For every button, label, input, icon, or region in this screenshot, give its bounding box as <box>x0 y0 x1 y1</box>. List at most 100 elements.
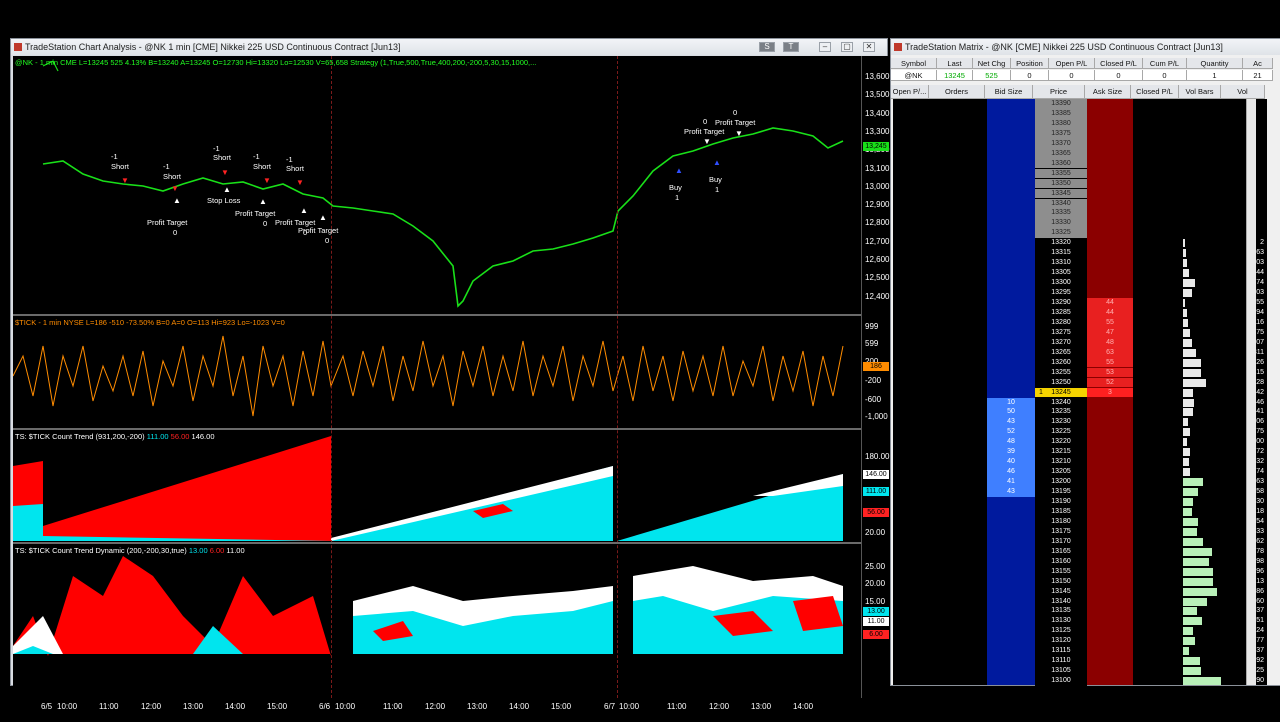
bid-size-cell[interactable]: 46 <box>987 467 1035 477</box>
price-cell[interactable]: 13270 <box>1035 337 1087 348</box>
price-cell[interactable]: 13390 <box>1035 99 1087 109</box>
chart-titlebar[interactable]: TradeStation Chart Analysis - @NK 1 min … <box>11 39 887 55</box>
ask-size-cell[interactable]: 44 <box>1087 298 1133 308</box>
price-cell[interactable]: 13295 <box>1035 288 1087 298</box>
bid-size-cell[interactable]: 39 <box>987 447 1035 458</box>
ladder-header[interactable]: Orders <box>929 85 985 99</box>
bid-size-cell[interactable]: 43 <box>987 417 1035 428</box>
price-cell[interactable]: 13110 <box>1035 656 1087 666</box>
price-cell[interactable]: 13280 <box>1035 317 1087 328</box>
price-cell[interactable]: 13265 <box>1035 347 1087 358</box>
chart-area[interactable]: @NK - 1 min CME L=13245 525 4.13% B=1324… <box>13 56 889 722</box>
price-cell[interactable]: 13385 <box>1035 108 1087 119</box>
price-cell[interactable]: 13330 <box>1035 218 1087 229</box>
ladder-header[interactable]: Open P/... <box>891 85 929 99</box>
quote-value[interactable]: 21 <box>1243 70 1273 81</box>
price-cell[interactable]: 13240 <box>1035 397 1087 408</box>
price-cell[interactable]: 13300 <box>1035 278 1087 288</box>
price-cell[interactable]: 13320 <box>1035 238 1087 249</box>
quote-value[interactable]: 13245 <box>937 70 973 81</box>
quote-value[interactable]: 0 <box>1143 70 1187 81</box>
price-cell[interactable]: 13315 <box>1035 248 1087 259</box>
price-cell[interactable]: 13210 <box>1035 457 1087 467</box>
ask-size-cell[interactable]: 48 <box>1087 337 1133 348</box>
price-cell[interactable]: 13215 <box>1035 447 1087 458</box>
ladder-header[interactable]: Closed P/L <box>1131 85 1179 99</box>
price-cell[interactable]: 13205 <box>1035 467 1087 477</box>
ask-size-cell[interactable]: 55 <box>1087 317 1133 328</box>
quote-value[interactable]: 0 <box>1049 70 1095 81</box>
quote-value[interactable]: 1 <box>1187 70 1243 81</box>
t-button[interactable]: T <box>783 42 799 52</box>
price-cell[interactable]: 13275 <box>1035 327 1087 338</box>
price-cell[interactable]: 13100 <box>1035 676 1087 686</box>
bid-size-cell[interactable]: 52 <box>987 427 1035 438</box>
ask-size-cell[interactable]: 63 <box>1087 347 1133 358</box>
price-cell[interactable]: 13185 <box>1035 506 1087 517</box>
price-cell[interactable]: 13235 <box>1035 407 1087 418</box>
price-cell[interactable]: 13135 <box>1035 606 1087 617</box>
price-cell[interactable]: 13150 <box>1035 576 1087 587</box>
ask-size-cell[interactable]: 55 <box>1087 357 1133 368</box>
quote-value[interactable]: 0 <box>1095 70 1143 81</box>
price-cell[interactable]: 13255 <box>1035 367 1087 378</box>
price-cell[interactable]: 13250 <box>1035 377 1087 388</box>
price-cell[interactable]: 13125 <box>1035 626 1087 637</box>
price-cell[interactable]: 13325 <box>1035 228 1087 239</box>
price-cell[interactable]: 13305 <box>1035 268 1087 278</box>
price-cell[interactable]: 13335 <box>1035 208 1087 219</box>
bid-size-cell[interactable]: 43 <box>987 487 1035 497</box>
quote-value[interactable]: @NK <box>891 70 937 81</box>
maximize-icon[interactable]: ▢ <box>841 42 853 52</box>
ladder-header[interactable]: Bid Size <box>985 85 1033 99</box>
price-cell[interactable]: 13225 <box>1035 427 1087 438</box>
bid-size-cell[interactable]: 10 <box>987 397 1035 408</box>
quote-value[interactable]: 525 <box>973 70 1011 81</box>
price-cell[interactable]: 13155 <box>1035 566 1087 577</box>
price-cell[interactable]: 13170 <box>1035 536 1087 547</box>
bid-size-cell[interactable]: 50 <box>987 407 1035 418</box>
bid-size-cell[interactable]: 41 <box>987 477 1035 487</box>
price-cell[interactable]: 13380 <box>1035 118 1087 129</box>
price-cell[interactable]: 13345 <box>1035 188 1087 199</box>
ladder-scrollbar[interactable] <box>1246 99 1256 685</box>
close-icon[interactable]: ✕ <box>863 42 875 52</box>
price-cell[interactable]: 13145 <box>1035 586 1087 597</box>
ask-size-cell[interactable]: 47 <box>1087 327 1133 338</box>
matrix-titlebar[interactable]: TradeStation Matrix - @NK [CME] Nikkei 2… <box>891 39 1280 55</box>
price-cell[interactable]: 13165 <box>1035 546 1087 557</box>
ladder-header[interactable]: Ask Size <box>1085 85 1131 99</box>
price-cell[interactable]: 13195 <box>1035 487 1087 497</box>
price-cell[interactable]: 13340 <box>1035 198 1087 209</box>
price-cell[interactable]: 13375 <box>1035 128 1087 139</box>
price-cell[interactable]: 13130 <box>1035 616 1087 627</box>
price-cell[interactable]: 13350 <box>1035 178 1087 189</box>
ladder-header[interactable]: Vol <box>1221 85 1265 99</box>
bid-size-cell[interactable]: 40 <box>987 457 1035 467</box>
price-cell[interactable]: 13260 <box>1035 357 1087 368</box>
ask-size-cell[interactable]: 53 <box>1087 367 1133 378</box>
ask-size-cell[interactable]: 52 <box>1087 377 1133 388</box>
price-cell[interactable]: 13200 <box>1035 477 1087 487</box>
price-cell[interactable]: 13365 <box>1035 148 1087 159</box>
minimize-icon[interactable]: – <box>819 42 831 52</box>
price-cell[interactable]: 13120 <box>1035 636 1087 647</box>
price-cell[interactable]: 13220 <box>1035 437 1087 448</box>
bid-size-cell[interactable]: 48 <box>987 437 1035 448</box>
ladder-header[interactable]: Price <box>1033 85 1085 99</box>
ask-size-cell[interactable]: 3 <box>1087 387 1133 398</box>
price-cell[interactable]: 13370 <box>1035 138 1087 149</box>
ladder-header[interactable]: Vol Bars <box>1179 85 1221 99</box>
price-cell[interactable]: 13105 <box>1035 666 1087 676</box>
price-cell[interactable]: 13190 <box>1035 497 1087 507</box>
ask-size-cell[interactable]: 44 <box>1087 307 1133 318</box>
price-cell[interactable]: 13360 <box>1035 158 1087 169</box>
price-cell[interactable]: 13355 <box>1035 168 1087 179</box>
price-cell[interactable]: 13310 <box>1035 258 1087 268</box>
s-button[interactable]: S <box>759 42 775 52</box>
price-cell[interactable]: 13180 <box>1035 516 1087 527</box>
price-cell[interactable]: 13140 <box>1035 596 1087 607</box>
price-cell[interactable]: 13115 <box>1035 646 1087 657</box>
price-cell[interactable]: 13175 <box>1035 526 1087 537</box>
price-cell[interactable]: 13160 <box>1035 556 1087 567</box>
